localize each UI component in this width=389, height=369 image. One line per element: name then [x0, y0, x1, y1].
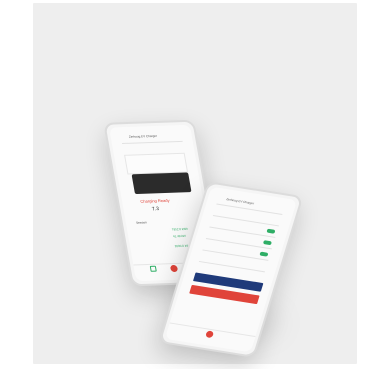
status-label: Charging	[139, 198, 158, 204]
settings-row-5	[198, 260, 265, 273]
chart-area	[124, 152, 189, 175]
status-row: Charging Ready	[140, 198, 170, 204]
header-title: Zerhoug EV Charger	[128, 133, 158, 139]
charge-value: 7.3	[151, 206, 160, 213]
home-icon[interactable]	[149, 265, 157, 272]
divider	[121, 140, 183, 144]
toggle-2[interactable]	[262, 240, 273, 246]
settings-row-2	[209, 226, 276, 238]
energy-value: 7952.0 kWh	[171, 226, 189, 232]
charge-button[interactable]	[169, 264, 179, 273]
settings-row-4	[202, 249, 269, 261]
divider	[216, 203, 283, 215]
header-title: Zerhoug EV Charger	[225, 197, 255, 206]
power-value: 41.49 kW	[172, 233, 187, 239]
session-label: Session	[135, 220, 148, 225]
settings-row-1	[212, 215, 279, 227]
toggle-3[interactable]	[259, 251, 269, 257]
settings-row-3	[205, 237, 272, 250]
product-photo-scene: Zerhoug EV Charger Charging Ready 7.3 Se…	[0, 0, 389, 369]
dark-card	[131, 172, 192, 195]
status-value: Ready	[157, 197, 170, 204]
toggle-1[interactable]	[266, 228, 276, 234]
